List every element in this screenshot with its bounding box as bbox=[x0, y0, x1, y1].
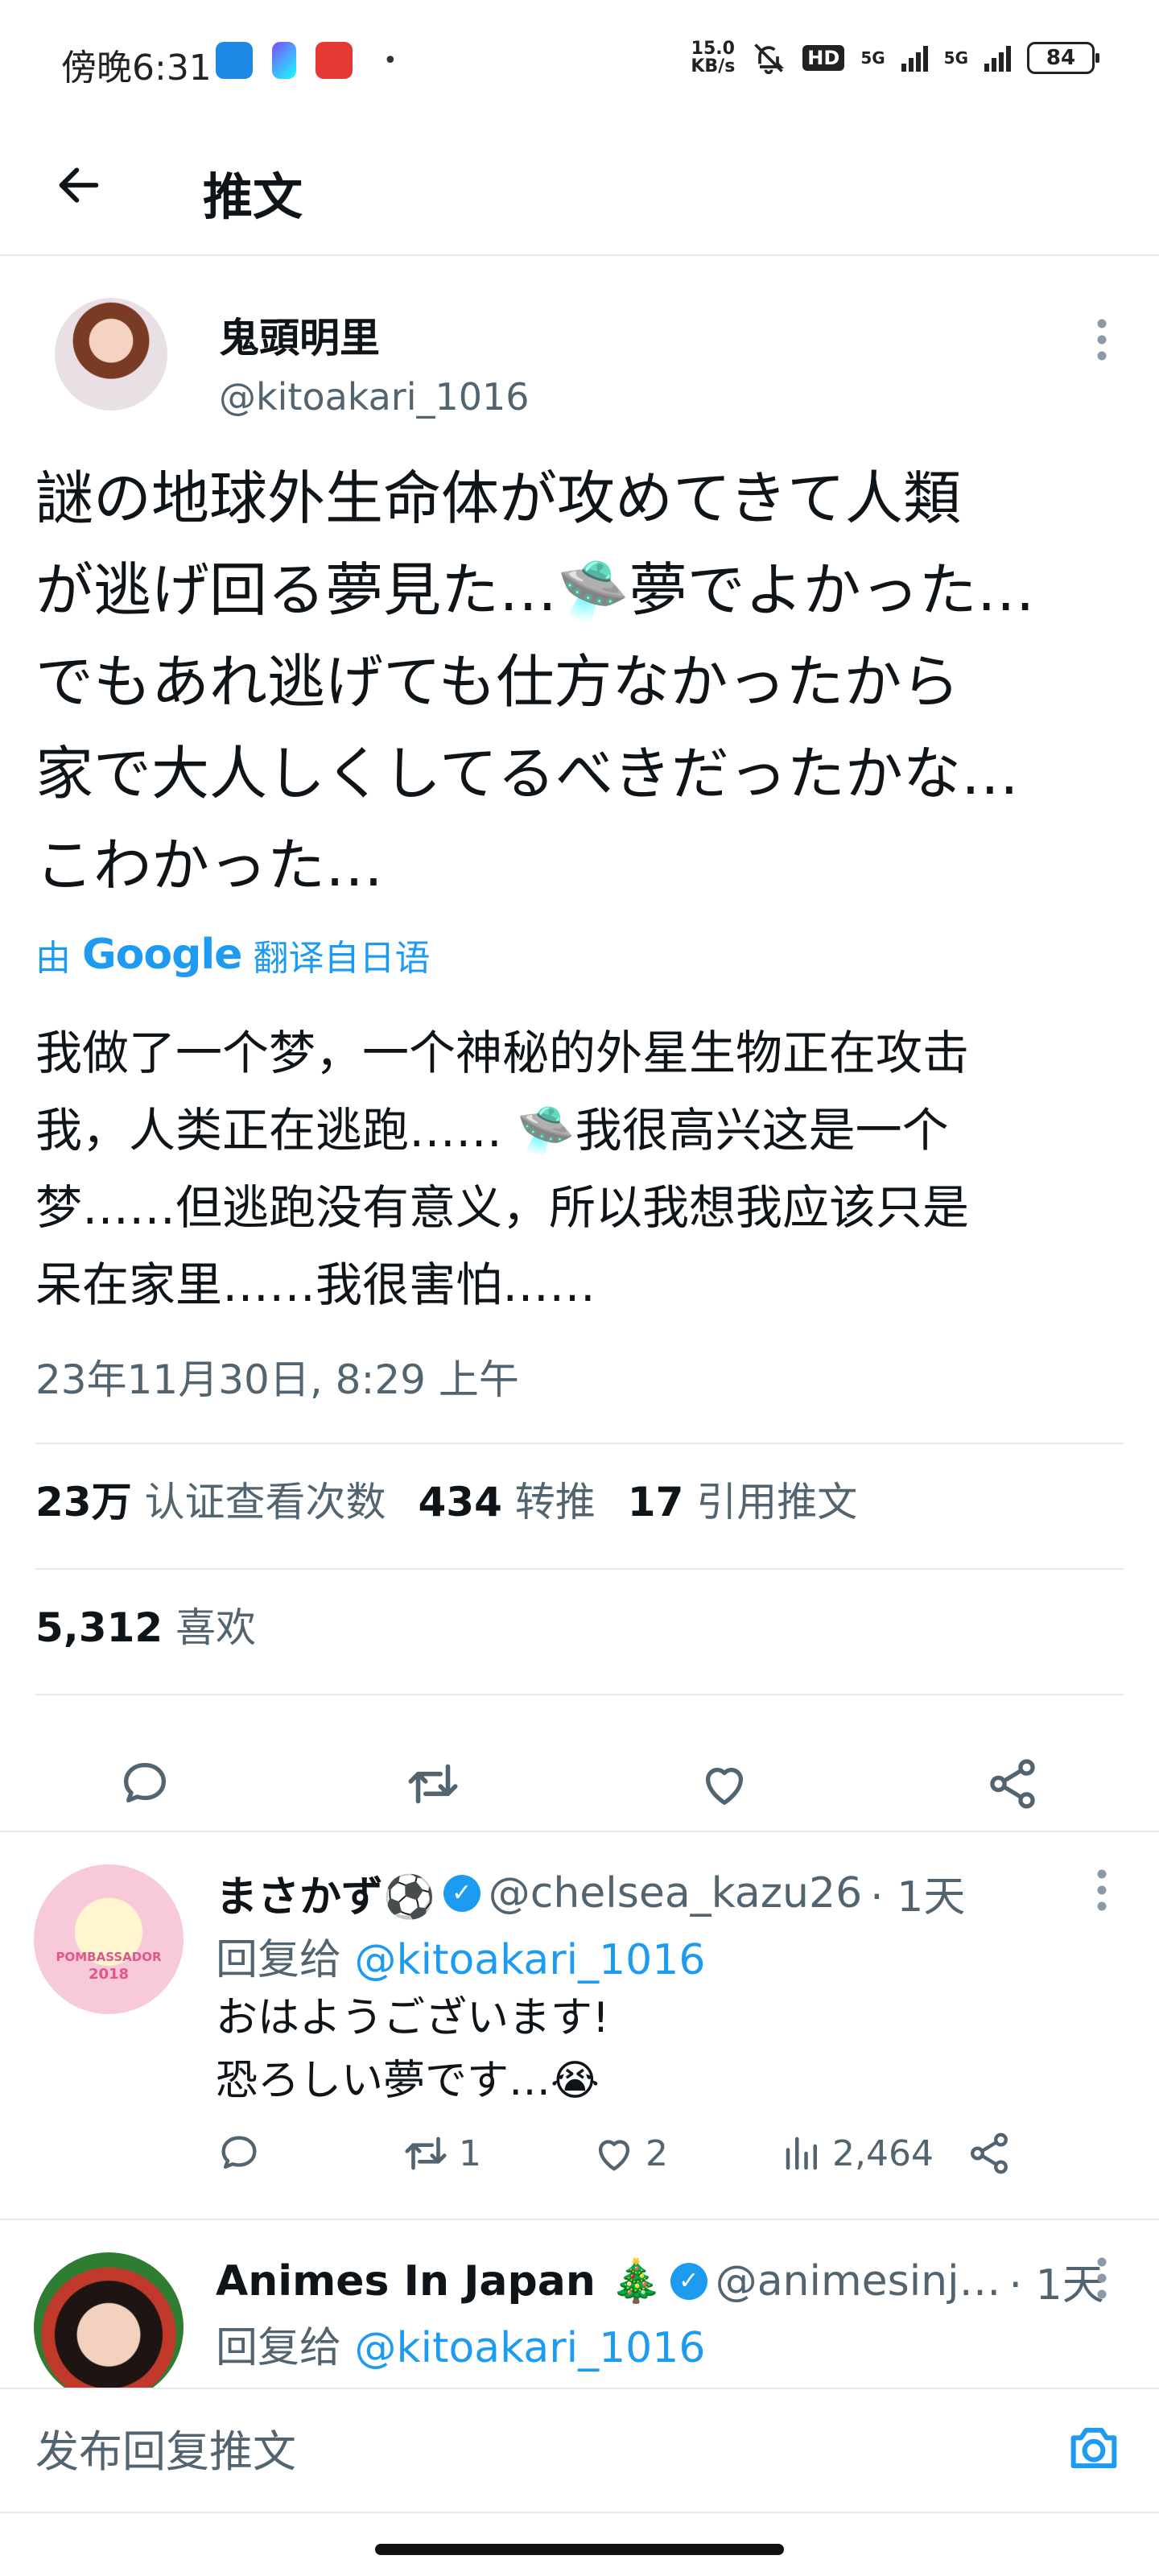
reply-composer bbox=[0, 2388, 1159, 2513]
reply-author-handle[interactable]: @chelsea_kazu26 bbox=[489, 1869, 862, 1918]
likes-stat[interactable]: 5,312 喜欢 bbox=[35, 1596, 256, 1653]
reply-reply-button[interactable] bbox=[216, 2130, 401, 2177]
google-logo: Google bbox=[82, 931, 242, 979]
more-vertical-icon[interactable] bbox=[1088, 316, 1116, 364]
app-notification-icon bbox=[216, 42, 253, 79]
translated-body: 我做了一个梦，一个神秘的外星生物正在攻击 我，人类正在逃跑…… 🛸我很高兴这是一… bbox=[35, 1026, 970, 1312]
reply-author-name[interactable]: Animes In Japan 🎄 bbox=[216, 2256, 662, 2306]
home-indicator[interactable] bbox=[375, 2544, 784, 2555]
like-button[interactable] bbox=[692, 1752, 757, 1816]
reply-time: · 1天 bbox=[870, 1873, 966, 1922]
translate-suffix: 翻译自日语 bbox=[253, 938, 431, 979]
comment-icon bbox=[124, 1763, 166, 1803]
tweet-body: 謎の地球外生命体が攻めてきて人類 が逃げ回る夢見た…🛸夢でよかった… でもあれ逃… bbox=[35, 464, 1035, 899]
reply-header: Animes In Japan 🎄 ✓ @animesinj… · 1天 bbox=[216, 2251, 1104, 2311]
retweets-stat[interactable]: 434 转推 bbox=[419, 1470, 596, 1528]
divider bbox=[35, 1568, 1124, 1570]
reply-body: おはようございます! 恐ろしい夢です…😭 bbox=[216, 1994, 609, 2105]
status-time: 傍晚6:31 bbox=[61, 47, 212, 89]
arrow-left-icon bbox=[59, 167, 99, 203]
retweet-icon bbox=[408, 1764, 458, 1804]
reply-like-button[interactable]: 2 bbox=[591, 2130, 781, 2177]
status-bar: 傍晚6:31 • 15.0 KB/s HD 5G 5G 84 bbox=[0, 0, 1159, 121]
bar-chart-icon bbox=[786, 2136, 817, 2170]
reply-avatar[interactable] bbox=[34, 2252, 184, 2388]
verified-badge-icon: ✓ bbox=[443, 1874, 481, 1912]
sim1-type: 5G bbox=[860, 48, 885, 68]
tweet-action-bar bbox=[0, 1715, 1159, 1840]
network-speed: 15.0 KB/s bbox=[691, 39, 736, 76]
retweet-button[interactable] bbox=[401, 1752, 465, 1816]
tweet-timestamp: 23年11月30日, 8:29 上午 bbox=[35, 1356, 519, 1403]
reply-views-button[interactable]: 2,464 bbox=[781, 2132, 966, 2175]
signal-icon bbox=[901, 44, 928, 72]
more-vertical-icon[interactable] bbox=[1088, 1866, 1116, 1914]
share-icon bbox=[971, 2132, 1008, 2174]
translate-prefix: 由 bbox=[35, 938, 71, 979]
signal-icon bbox=[984, 44, 1011, 72]
divider bbox=[35, 1443, 1124, 1444]
reply-to-handle[interactable]: @kitoakari_1016 bbox=[355, 1936, 706, 1984]
reply-to-line: 回复给 @kitoakari_1016 bbox=[216, 1936, 706, 1984]
author-avatar[interactable] bbox=[55, 298, 167, 411]
comment-icon bbox=[221, 2136, 257, 2169]
notification-icons: • bbox=[216, 42, 398, 79]
author-handle[interactable]: @kitoakari_1016 bbox=[219, 375, 530, 419]
tweet-stats: 23万 认证查看次数 434 转推 17 引用推文 bbox=[35, 1470, 857, 1528]
share-button[interactable] bbox=[980, 1752, 1045, 1816]
verified-badge-icon: ✓ bbox=[670, 2262, 707, 2300]
page-title: 推文 bbox=[203, 167, 303, 226]
app-notification-icon bbox=[316, 42, 353, 79]
reply-action-bar: 1 2 2,464 bbox=[216, 2128, 1013, 2178]
heart-icon bbox=[705, 1768, 744, 1805]
share-icon bbox=[990, 1759, 1035, 1809]
reply-author-handle[interactable]: @animesinj… bbox=[716, 2257, 1001, 2306]
app-notification-icon bbox=[272, 42, 296, 79]
reply-to-line: 回复给 @kitoakari_1016 bbox=[216, 2324, 706, 2372]
reply-button[interactable] bbox=[113, 1752, 177, 1816]
divider bbox=[35, 1694, 1124, 1695]
reply-input[interactable] bbox=[35, 2415, 1001, 2487]
status-right-group: 15.0 KB/s HD 5G 5G 84 bbox=[691, 39, 1099, 76]
back-button[interactable] bbox=[47, 153, 111, 217]
reply-to-handle[interactable]: @kitoakari_1016 bbox=[355, 2324, 706, 2372]
translation-attribution[interactable]: 由 Google 翻译自日语 bbox=[35, 929, 430, 980]
battery-icon: 84 bbox=[1027, 42, 1099, 74]
reply-share-button[interactable] bbox=[966, 2130, 1013, 2177]
avatar-caption: POMBASSADOR bbox=[56, 1950, 162, 1964]
reply-avatar[interactable]: POMBASSADOR 2018 bbox=[34, 1864, 184, 2014]
quotes-stat[interactable]: 17 引用推文 bbox=[628, 1470, 858, 1528]
reply-tweet[interactable]: Animes In Japan 🎄 ✓ @animesinj… · 1天 回复给… bbox=[0, 2220, 1159, 2388]
reply-author-name[interactable]: まさかず⚽ bbox=[216, 1863, 435, 1923]
reply-retweet-button[interactable]: 1 bbox=[401, 2128, 591, 2178]
sim2-type: 5G bbox=[943, 48, 968, 68]
top-app-bar: 推文 bbox=[0, 121, 1159, 256]
author-name[interactable]: 鬼頭明里 bbox=[219, 306, 380, 364]
reply-header: まさかず⚽ ✓ @chelsea_kazu26 · 1天 bbox=[216, 1863, 965, 1923]
divider bbox=[0, 1831, 1159, 1832]
hd-badge: HD bbox=[802, 45, 845, 71]
retweet-icon bbox=[405, 2136, 447, 2170]
more-notifications-dot: • bbox=[383, 46, 398, 75]
more-vertical-icon[interactable] bbox=[1088, 2254, 1116, 2302]
avatar-year: 2018 bbox=[88, 1966, 130, 1983]
camera-button[interactable] bbox=[1059, 2413, 1128, 2483]
heart-icon bbox=[598, 2140, 630, 2171]
views-stat[interactable]: 23万 认证查看次数 bbox=[35, 1470, 386, 1528]
mute-bell-icon bbox=[754, 43, 785, 75]
camera-icon bbox=[1070, 2427, 1117, 2469]
